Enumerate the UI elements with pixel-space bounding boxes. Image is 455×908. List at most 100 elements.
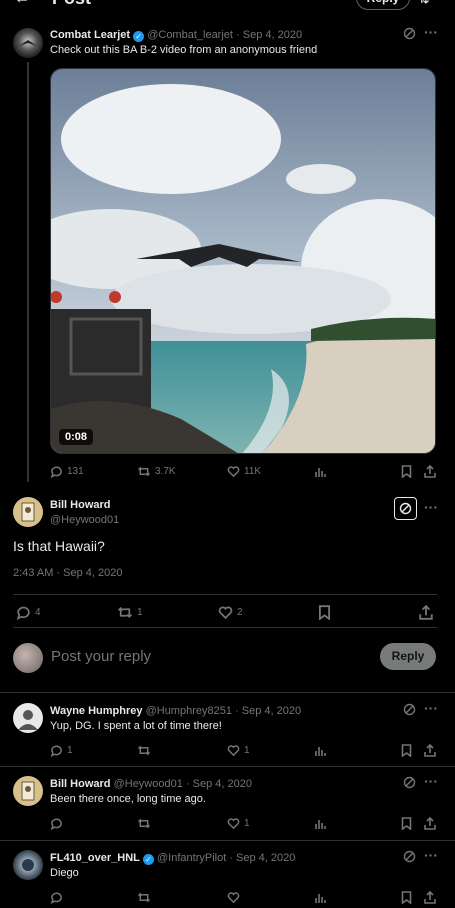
share-icon xyxy=(424,817,436,830)
thread-line xyxy=(27,62,29,482)
bookmark-icon xyxy=(401,891,412,904)
more-options-icon[interactable]: ··· xyxy=(424,847,438,863)
grok-icon[interactable] xyxy=(403,27,416,45)
reply-action[interactable] xyxy=(50,817,67,830)
video-duration: 0:08 xyxy=(59,429,94,445)
reply-header: Wayne Humphrey @Humphrey8251 · Sep 4, 20… xyxy=(50,704,301,718)
like-action[interactable] xyxy=(227,891,244,904)
views-action[interactable] xyxy=(314,465,326,478)
retweet-action[interactable]: 1 xyxy=(117,605,143,620)
back-arrow-icon[interactable]: ← xyxy=(14,0,30,8)
video-player[interactable]: 0:08 xyxy=(50,68,436,454)
views-action[interactable] xyxy=(314,744,326,757)
share-action[interactable] xyxy=(424,465,436,478)
heart-icon xyxy=(227,466,240,478)
reply-count: 1 xyxy=(67,745,73,756)
author-handle[interactable]: @Humphrey8251 xyxy=(146,705,232,717)
post-date[interactable]: Sep 4, 2020 xyxy=(243,29,302,41)
retweet-action[interactable] xyxy=(137,817,155,830)
author-name[interactable]: Combat Learjet xyxy=(50,29,130,41)
separator-dot: · xyxy=(185,778,190,790)
retweet-icon xyxy=(117,607,133,618)
analytics-icon xyxy=(315,894,326,903)
author-name[interactable]: FL410_over_HNL xyxy=(50,852,140,864)
bookmark-action[interactable] xyxy=(401,891,412,904)
author-handle[interactable]: @InfantryPilot xyxy=(157,852,226,864)
avatar[interactable] xyxy=(13,497,43,527)
analytics-icon xyxy=(315,820,326,829)
post-timestamp[interactable]: 2:43 AM · Sep 4, 2020 xyxy=(13,567,122,579)
avatar-image xyxy=(22,859,34,871)
views-action[interactable] xyxy=(314,817,326,830)
main-author: Bill Howard @Heywood01 xyxy=(50,498,119,527)
retweet-action[interactable] xyxy=(137,891,155,904)
grok-icon[interactable] xyxy=(403,850,416,868)
author-handle[interactable]: @Heywood01 xyxy=(50,513,119,527)
retweet-action[interactable]: 3.7K xyxy=(137,465,176,478)
like-action[interactable]: 11K xyxy=(227,465,261,478)
share-icon xyxy=(424,465,436,478)
header-settings-icon[interactable]: ⇅ xyxy=(418,0,430,7)
bookmark-icon xyxy=(401,465,412,478)
share-action[interactable] xyxy=(424,891,436,904)
author-handle[interactable]: @Combat_learjet xyxy=(147,29,233,41)
reply-action[interactable]: 131 xyxy=(50,465,84,478)
reply-action[interactable]: 4 xyxy=(16,605,41,620)
like-action[interactable]: 1 xyxy=(227,817,250,830)
like-count: 1 xyxy=(244,745,250,756)
author-name[interactable]: Bill Howard xyxy=(50,498,119,512)
bookmark-action[interactable] xyxy=(318,605,331,620)
divider xyxy=(13,627,437,628)
avatar[interactable] xyxy=(13,703,43,733)
retweet-count: 3.7K xyxy=(155,466,176,477)
heart-icon xyxy=(227,892,240,904)
author-handle[interactable]: @Heywood01 xyxy=(114,778,183,790)
share-action[interactable] xyxy=(419,605,433,620)
author-name[interactable]: Bill Howard xyxy=(50,778,111,790)
reply-count: 131 xyxy=(67,466,84,477)
jet-icon xyxy=(19,40,37,46)
share-icon xyxy=(424,891,436,904)
heart-icon xyxy=(218,606,233,620)
post-date[interactable]: Sep 4, 2020 xyxy=(242,705,301,717)
reply-icon xyxy=(50,745,62,757)
more-options-icon[interactable]: ··· xyxy=(424,499,438,515)
bookmark-action[interactable] xyxy=(401,465,412,478)
analytics-icon xyxy=(315,747,326,756)
reply-input[interactable]: Post your reply xyxy=(51,648,151,665)
more-options-icon[interactable]: ··· xyxy=(424,773,438,789)
grok-icon[interactable] xyxy=(394,497,417,520)
avatar[interactable] xyxy=(13,850,43,880)
tweet-header: Combat Learjet ✓ @Combat_learjet · Sep 4… xyxy=(50,28,302,42)
grok-icon[interactable] xyxy=(403,776,416,794)
post-date[interactable]: Sep 4, 2020 xyxy=(236,852,295,864)
reply-action[interactable] xyxy=(50,891,67,904)
avatar[interactable] xyxy=(13,776,43,806)
views-action[interactable] xyxy=(314,891,326,904)
share-action[interactable] xyxy=(424,744,436,757)
like-action[interactable]: 2 xyxy=(218,605,243,620)
verified-badge-icon: ✓ xyxy=(142,854,154,865)
more-options-icon[interactable]: ··· xyxy=(424,24,438,40)
divider xyxy=(13,594,437,595)
author-name[interactable]: Wayne Humphrey xyxy=(50,705,143,717)
user-avatar[interactable] xyxy=(13,643,43,673)
reply-count: 4 xyxy=(35,607,41,618)
bookmark-action[interactable] xyxy=(401,817,412,830)
avatar[interactable] xyxy=(13,28,43,58)
post-date[interactable]: Sep 4, 2020 xyxy=(193,778,252,790)
bookmark-action[interactable] xyxy=(401,744,412,757)
grok-icon[interactable] xyxy=(403,703,416,721)
like-count: 11K xyxy=(244,466,262,477)
share-icon xyxy=(424,744,436,757)
retweet-action[interactable] xyxy=(137,744,155,757)
like-action[interactable]: 1 xyxy=(227,744,250,757)
header-reply-button[interactable]: Reply xyxy=(356,0,410,10)
reply-submit-button[interactable]: Reply xyxy=(380,643,436,670)
reply-icon xyxy=(50,892,62,904)
more-options-icon[interactable]: ··· xyxy=(424,700,438,716)
bookmark-icon xyxy=(401,817,412,830)
retweet-icon xyxy=(137,818,151,829)
reply-action[interactable]: 1 xyxy=(50,744,73,757)
share-action[interactable] xyxy=(424,817,436,830)
